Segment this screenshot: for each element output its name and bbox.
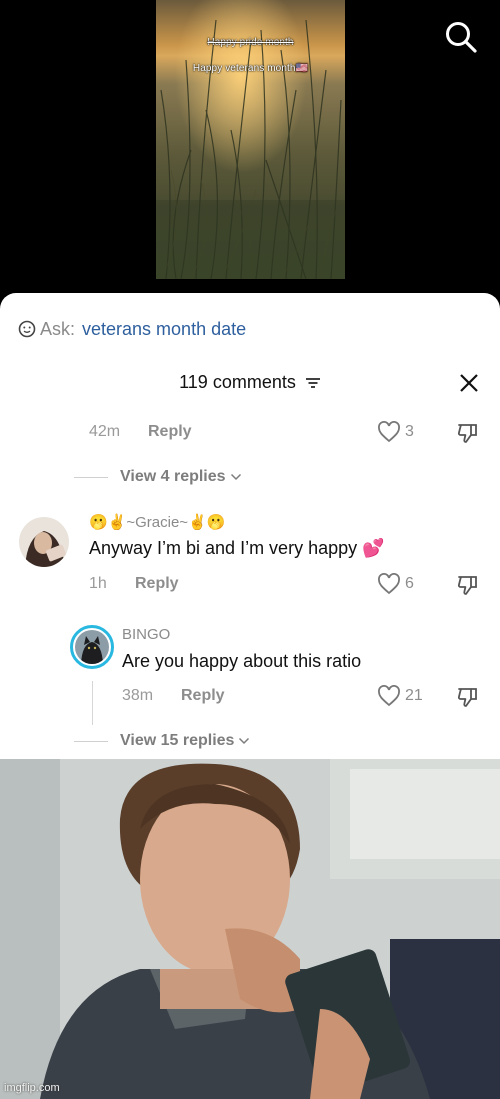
filter-icon[interactable] [305, 377, 321, 389]
search-icon [446, 22, 477, 53]
view-replies-button[interactable]: View 4 replies [74, 468, 242, 486]
reply-button[interactable]: Reply [181, 687, 225, 705]
close-icon [460, 374, 478, 392]
comment-time: 42m [89, 423, 121, 440]
heart-icon [378, 685, 400, 707]
like-button[interactable]: 6 [377, 573, 414, 595]
heart-icon [378, 421, 400, 443]
avatar-cat-photo [75, 630, 109, 664]
comment-username[interactable]: 🫢✌️~Gracie~✌️🫢 [89, 513, 225, 531]
reply-username[interactable]: BINGO [122, 626, 170, 643]
view-replies-button[interactable]: View 15 replies [74, 732, 250, 750]
man-looking-at-phone-illustration [0, 759, 500, 1099]
video-thumbnail[interactable]: Happy pride month Happy veterans month🇺🇸 [156, 0, 345, 279]
view-replies-label: View 4 replies [120, 468, 226, 485]
reaction-photo [0, 759, 500, 1099]
video-area: Happy pride month Happy veterans month🇺🇸 [0, 0, 500, 300]
like-count: 21 [405, 687, 423, 704]
dislike-icon[interactable] [456, 573, 480, 597]
divider [74, 476, 108, 478]
dislike-icon[interactable] [456, 421, 480, 445]
like-button[interactable]: 3 [377, 421, 414, 443]
reply-time: 38m [122, 687, 154, 704]
heart-icon [378, 573, 400, 595]
smiley-icon [18, 320, 36, 338]
reply-text: Are you happy about this ratio [122, 651, 362, 671]
dislike-icon[interactable] [456, 685, 480, 709]
like-count: 6 [405, 575, 414, 592]
thread-line [92, 681, 93, 725]
watermark: imgflip.com [4, 1082, 60, 1094]
reply-button[interactable]: Reply [135, 575, 179, 593]
comments-count: 119 comments [179, 372, 296, 392]
close-button[interactable] [458, 372, 480, 394]
like-button[interactable]: 21 [377, 685, 423, 707]
comment-time: 1h [89, 575, 107, 592]
ask-query-link[interactable]: veterans month date [82, 319, 246, 340]
search-button[interactable] [444, 20, 478, 54]
overlay-text-pride: Happy pride month [207, 37, 294, 48]
like-count: 3 [405, 423, 414, 440]
comment-text: Anyway I’m bi and I’m very happy 💕 [89, 538, 385, 558]
divider [74, 740, 108, 742]
reply-button[interactable]: Reply [148, 423, 192, 441]
comments-header: 119 comments [0, 372, 500, 393]
chevron-down-icon [230, 473, 241, 481]
ask-suggestion[interactable]: Ask: veterans month date [18, 319, 246, 339]
avatar[interactable] [19, 517, 69, 567]
chevron-down-icon [239, 737, 250, 745]
overlay-text-veterans: Happy veterans month🇺🇸 [192, 63, 309, 74]
avatar-photo [19, 517, 69, 567]
avatar-story-ring[interactable] [70, 625, 114, 669]
ask-label: Ask: [40, 318, 76, 339]
view-replies-label: View 15 replies [120, 732, 235, 749]
comments-sheet: Ask: veterans month date 119 comments 42… [0, 293, 500, 759]
